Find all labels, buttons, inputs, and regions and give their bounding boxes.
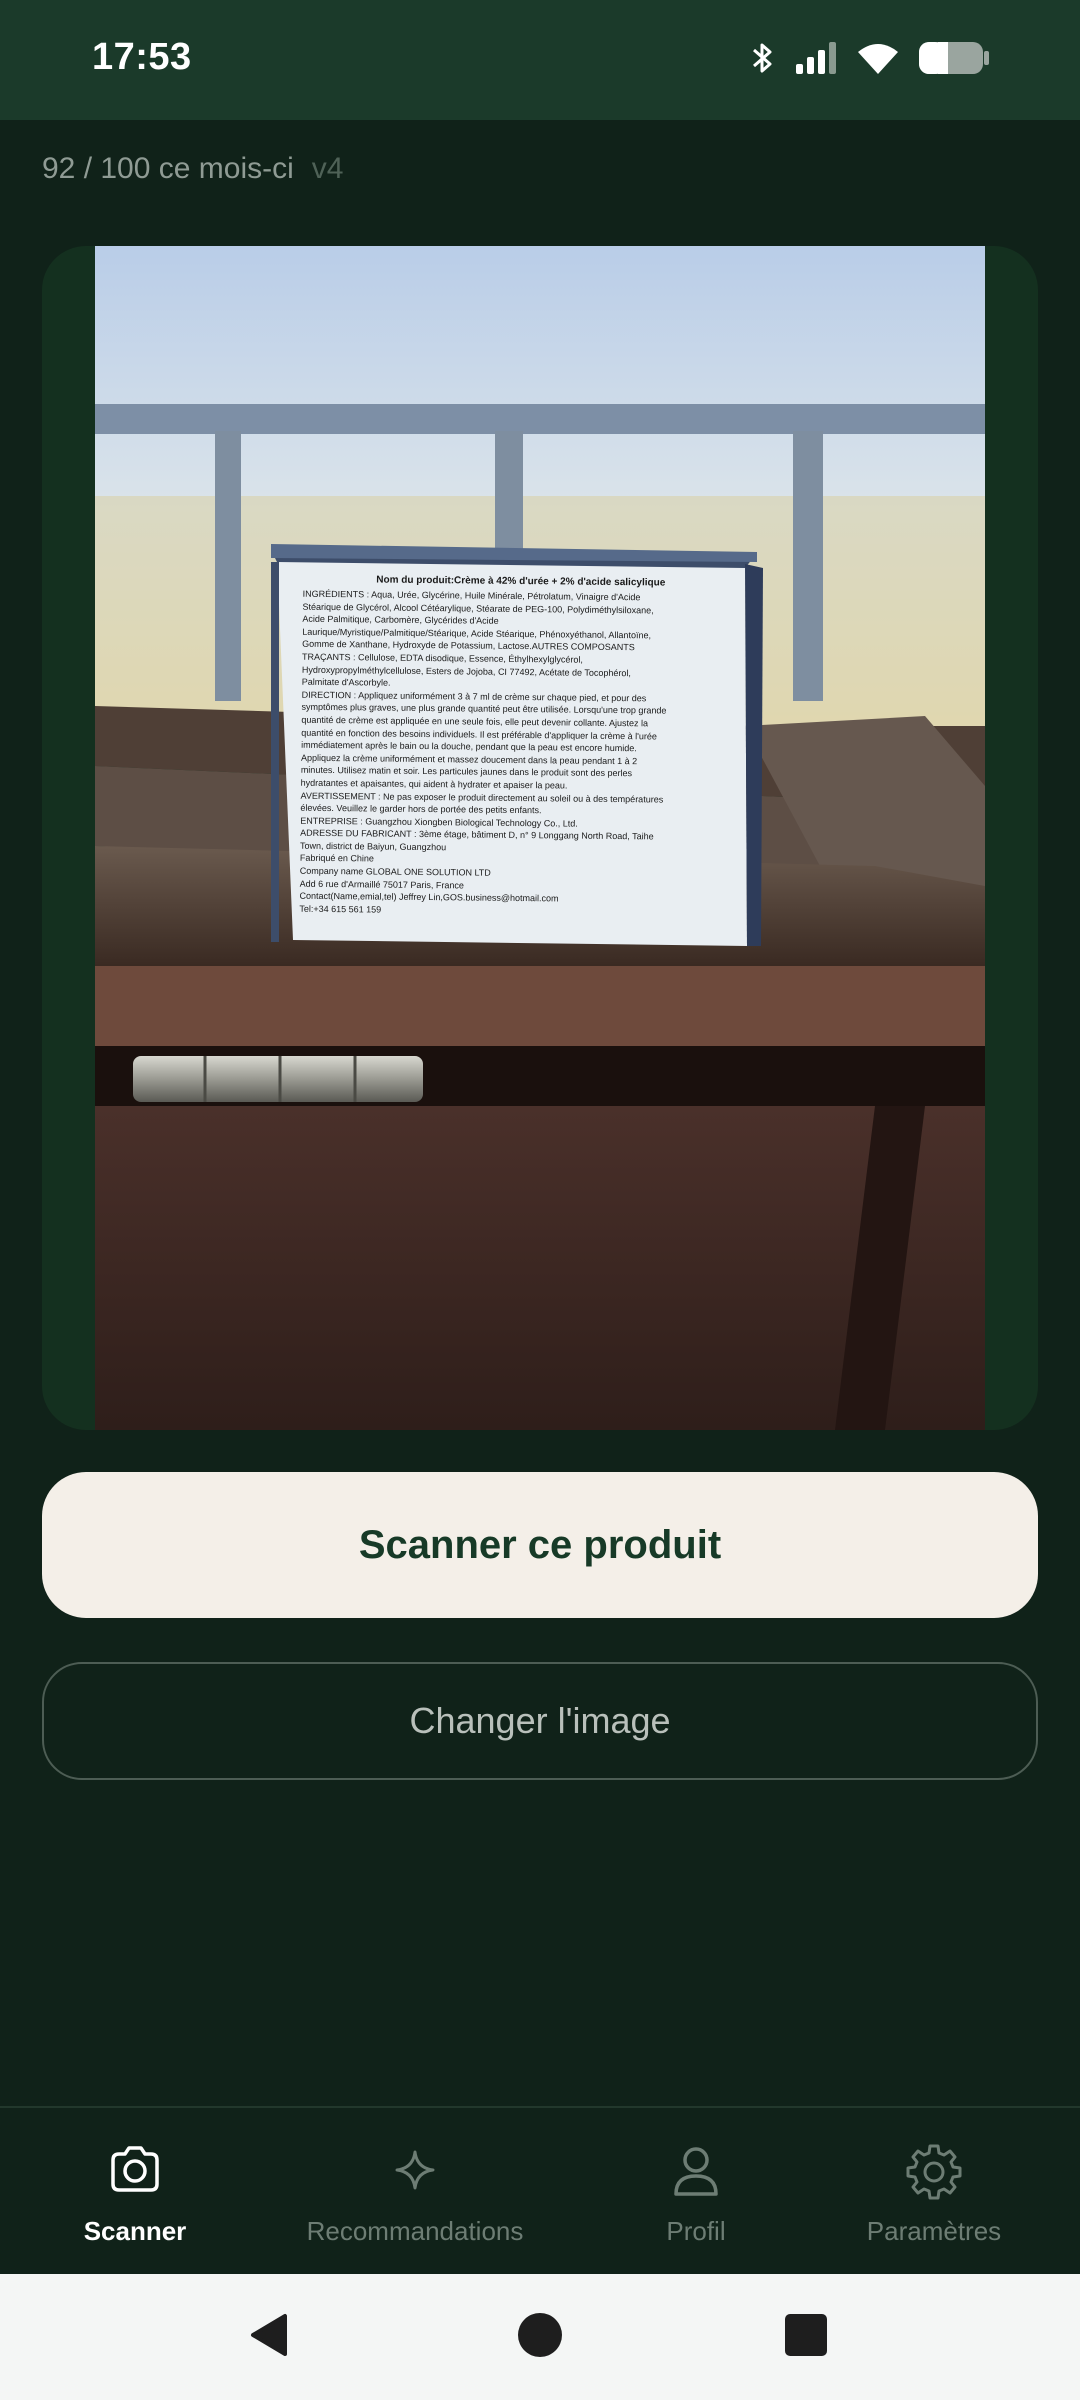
- nav-item-profil[interactable]: Profil: [636, 2108, 756, 2276]
- usage-counter: 92 / 100 ce mois-ci v4: [42, 152, 343, 186]
- usage-count: 92 / 100 ce mois-ci: [42, 152, 294, 185]
- sparkle-icon: [383, 2138, 447, 2202]
- change-image-button[interactable]: Changer l'image: [42, 1662, 1038, 1780]
- status-time: 17:53: [92, 36, 192, 78]
- nav-label-profil: Profil: [666, 2216, 726, 2246]
- box-label-body: INGRÉDIENTS : Aqua, Urée, Glycérine, Hui…: [299, 588, 738, 920]
- bottom-navigation: Scanner Recommandations Profil Paramètre…: [0, 2106, 1080, 2276]
- battery-icon: [918, 40, 990, 81]
- wifi-icon: [856, 40, 900, 81]
- recents-square-icon: [781, 2310, 831, 2365]
- recents-button[interactable]: [756, 2274, 856, 2400]
- screen: 17:53 92 / 100 ce mois-ci v4 Nom du prod…: [0, 0, 1080, 2400]
- version-label: v4: [311, 152, 344, 185]
- status-bar: 17:53: [0, 0, 1080, 120]
- back-button[interactable]: [220, 2274, 320, 2400]
- nav-item-recommandations[interactable]: Recommandations: [290, 2108, 540, 2276]
- signal-icon: [794, 40, 838, 81]
- nav-label-scanner: Scanner: [83, 2216, 187, 2246]
- product-photo: Nom du produit:Crème à 42% d'urée + 2% d…: [95, 246, 985, 1430]
- nav-item-scanner[interactable]: Scanner: [64, 2108, 206, 2276]
- home-circle-icon: [515, 2310, 565, 2365]
- nav-label-recommandations: Recommandations: [306, 2216, 524, 2246]
- home-button[interactable]: [490, 2274, 590, 2400]
- gear-icon: [902, 2138, 966, 2202]
- status-icons: [750, 40, 990, 80]
- scan-product-button[interactable]: Scanner ce produit: [42, 1472, 1038, 1618]
- back-triangle-icon: [245, 2310, 295, 2365]
- bluetooth-icon: [750, 40, 776, 81]
- image-preview-card: Nom du produit:Crème à 42% d'urée + 2% d…: [42, 246, 1038, 1430]
- nav-label-parametres: Paramètres: [866, 2216, 1002, 2246]
- system-navigation-bar: [0, 2274, 1080, 2400]
- camera-icon: [103, 2138, 167, 2202]
- person-icon: [664, 2138, 728, 2202]
- box-label-text: Nom du produit:Crème à 42% d'urée + 2% d…: [299, 574, 739, 939]
- nav-item-parametres[interactable]: Paramètres: [854, 2108, 1014, 2276]
